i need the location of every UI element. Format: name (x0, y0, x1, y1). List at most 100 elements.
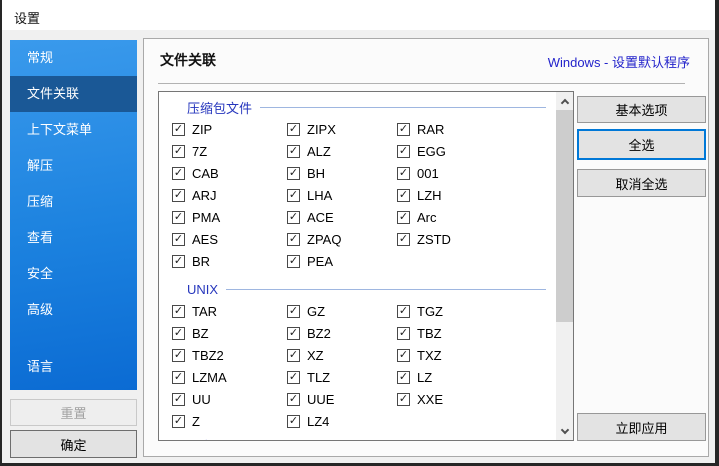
checkbox-checked-icon: ✓ (172, 415, 185, 428)
ok-button[interactable]: 确定 (10, 430, 137, 458)
sidebar-item-6[interactable]: 安全 (10, 256, 137, 292)
apply-now-button[interactable]: 立即应用 (577, 413, 706, 441)
basic-options-button[interactable]: 基本选项 (577, 96, 706, 123)
scroll-up-button[interactable] (556, 92, 573, 109)
format-checkbox-aes[interactable]: ✓ AES (172, 228, 287, 250)
checkbox-checked-icon: ✓ (172, 233, 185, 246)
format-checkbox-tbz[interactable]: ✓ TBZ (397, 322, 556, 344)
checkbox-checked-icon: ✓ (287, 305, 300, 318)
checkbox-checked-icon: ✓ (397, 327, 410, 340)
format-checkbox-bz[interactable]: ✓BZ (172, 322, 287, 344)
format-checkbox-zpaq[interactable]: ✓ ZPAQ (287, 228, 397, 250)
format-checkbox-tar[interactable]: ✓TAR (172, 300, 287, 322)
format-checkbox-rar[interactable]: ✓RAR (397, 118, 556, 140)
format-label: ZIPX (307, 122, 336, 137)
chevron-up-icon (560, 98, 568, 106)
header-separator (158, 83, 685, 84)
format-checkbox-arc[interactable]: ✓Arc (397, 206, 556, 228)
sidebar-item-8[interactable]: 语言 (10, 349, 137, 385)
format-checkbox-lzma[interactable]: ✓LZMA (172, 366, 287, 388)
format-checkbox-xxe[interactable]: ✓XXE (397, 388, 556, 410)
sidebar: 常规文件关联上下文菜单解压压缩查看安全高级语言 (10, 40, 137, 390)
format-label: GZ (307, 304, 325, 319)
format-checkbox-001[interactable]: ✓001 (397, 162, 556, 184)
checkbox-checked-icon: ✓ (287, 393, 300, 406)
format-label: TBZ (417, 326, 442, 341)
select-all-button[interactable]: 全选 (577, 129, 706, 160)
format-checkbox-uu[interactable]: ✓UU (172, 388, 287, 410)
format-checkbox-alz[interactable]: ✓ ALZ (287, 140, 397, 162)
checkbox-checked-icon: ✓ (172, 123, 185, 136)
checkbox-checked-icon: ✓ (287, 233, 300, 246)
format-checkbox-xz[interactable]: ✓XZ (287, 344, 397, 366)
format-checkbox-ace[interactable]: ✓ACE (287, 206, 397, 228)
scrollbar-thumb[interactable] (556, 110, 573, 322)
format-label: ALZ (307, 144, 331, 159)
scroll-down-button[interactable] (556, 423, 573, 440)
format-checkbox-zstd[interactable]: ✓ZSTD (397, 228, 556, 250)
format-checkbox-egg[interactable]: ✓EGG (397, 140, 556, 162)
checkbox-checked-icon: ✓ (172, 189, 185, 202)
checkbox-grid: ✓ZIP✓ZIPX✓RAR✓7Z✓ALZ✓EGG✓CAB✓BH✓001✓ARJ✓… (159, 118, 556, 272)
format-checkbox-7z[interactable]: ✓7Z (172, 140, 287, 162)
window-titlebar[interactable]: 设置 (2, 0, 715, 30)
deselect-all-button[interactable]: 取消全选 (577, 169, 706, 197)
format-checkbox-cab[interactable]: ✓CAB (172, 162, 287, 184)
format-label: ZPAQ (307, 232, 341, 247)
sidebar-item-2[interactable]: 上下文菜单 (10, 112, 137, 148)
sidebar-item-3[interactable]: 解压 (10, 148, 137, 184)
format-label: BR (192, 254, 210, 269)
format-checkbox-zipx[interactable]: ✓ ZIPX (287, 118, 397, 140)
format-checkbox-z[interactable]: ✓Z (172, 410, 287, 432)
checkbox-checked-icon: ✓ (287, 349, 300, 362)
format-label: PEA (307, 254, 333, 269)
checkbox-checked-icon: ✓ (287, 371, 300, 384)
format-checkbox-lzh[interactable]: ✓LZH (397, 184, 556, 206)
reset-button[interactable]: 重置 (10, 399, 137, 426)
format-checkbox-txz[interactable]: ✓TXZ (397, 344, 556, 366)
checkbox-checked-icon: ✓ (287, 123, 300, 136)
format-checkbox-arj[interactable]: ✓ARJ (172, 184, 287, 206)
checkbox-checked-icon: ✓ (397, 145, 410, 158)
format-checkbox-tgz[interactable]: ✓TGZ (397, 300, 556, 322)
format-label: AES (192, 232, 218, 247)
format-checkbox-pma[interactable]: ✓PMA (172, 206, 287, 228)
sidebar-item-1[interactable]: 文件关联 (10, 76, 137, 112)
format-checkbox-pea[interactable]: ✓PEA (287, 250, 397, 272)
format-checkbox-lha[interactable]: ✓LHA (287, 184, 397, 206)
format-checkbox-tlz[interactable]: ✓TLZ (287, 366, 397, 388)
checkbox-checked-icon: ✓ (287, 145, 300, 158)
format-checkbox-bh[interactable]: ✓BH (287, 162, 397, 184)
vertical-scrollbar[interactable] (556, 92, 573, 440)
windows-default-programs-link[interactable]: Windows - 设置默认程序 (548, 52, 690, 71)
checkbox-checked-icon: ✓ (172, 305, 185, 318)
format-checkbox-lz4[interactable]: ✓LZ4 (287, 410, 397, 432)
format-checkbox-br[interactable]: ✓BR (172, 250, 287, 272)
format-label: TGZ (417, 304, 443, 319)
format-checkbox-uue[interactable]: ✓UUE (287, 388, 397, 410)
checkbox-checked-icon: ✓ (287, 189, 300, 202)
format-checkbox-zip[interactable]: ✓ ZIP (172, 118, 287, 140)
format-label: ZIP (192, 122, 212, 137)
format-checkbox-lz[interactable]: ✓LZ (397, 366, 556, 388)
format-label: 7Z (192, 144, 207, 159)
format-label: XXE (417, 392, 443, 407)
checkbox-checked-icon: ✓ (397, 167, 410, 180)
format-checkbox-gz[interactable]: ✓ GZ (287, 300, 397, 322)
sidebar-item-0[interactable]: 常规 (10, 40, 137, 76)
format-label: UU (192, 392, 211, 407)
sidebar-item-4[interactable]: 压缩 (10, 184, 137, 220)
window-title: 设置 (14, 8, 40, 27)
format-label: BZ2 (307, 326, 331, 341)
checkbox-checked-icon: ✓ (287, 211, 300, 224)
sidebar-item-5[interactable]: 查看 (10, 220, 137, 256)
list-content: 压缩包文件✓ZIP✓ZIPX✓RAR✓7Z✓ALZ✓EGG✓CAB✓BH✓001… (159, 92, 556, 440)
settings-window: 设置 常规文件关联上下文菜单解压压缩查看安全高级语言 重置 确定 文件关联 Wi… (0, 0, 719, 466)
sidebar-item-7[interactable]: 高级 (10, 292, 137, 328)
format-checkbox-tbz2[interactable]: ✓TBZ2 (172, 344, 287, 366)
format-checkbox-bz2[interactable]: ✓BZ2 (287, 322, 397, 344)
checkbox-checked-icon: ✓ (287, 167, 300, 180)
format-label: TBZ2 (192, 348, 224, 363)
checkbox-grid: ✓TAR✓GZ✓TGZ✓BZ✓BZ2✓TBZ✓TBZ2✓XZ✓TXZ✓LZMA✓… (159, 300, 556, 432)
checkbox-checked-icon: ✓ (172, 211, 185, 224)
